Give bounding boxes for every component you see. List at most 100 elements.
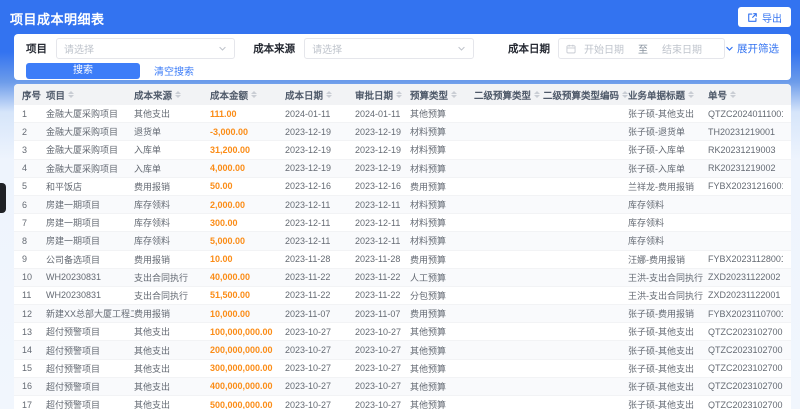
cell-cost-amount: 111.00 bbox=[210, 108, 237, 119]
cell-approval-date: 2023-10-27 bbox=[355, 381, 402, 392]
cell-approval-date: 2023-11-28 bbox=[355, 254, 401, 265]
cost-date-range-picker[interactable]: 开始日期 至 结束日期 bbox=[558, 38, 725, 59]
column-header-10[interactable]: 单号 bbox=[708, 88, 783, 102]
column-header-6[interactable]: 预算类型 bbox=[410, 88, 474, 102]
column-label: 序号 bbox=[22, 90, 42, 102]
column-label: 单号 bbox=[708, 90, 728, 102]
project-filter-label: 项目 bbox=[26, 43, 47, 55]
cell-cost-source: 退货单 bbox=[134, 127, 162, 138]
cell-cost-date: 2023-12-11 bbox=[285, 217, 331, 228]
column-header-8[interactable]: 二级预算类型编码 bbox=[543, 88, 628, 102]
cell-budget-type: 其他预算 bbox=[410, 381, 447, 392]
end-date-input[interactable]: 结束日期 bbox=[662, 41, 702, 56]
table-row: 2 金融大厦采购项目 退货单 -3,000.00 2023-12-19 2023-12-1… bbox=[14, 123, 791, 142]
column-header-2[interactable]: 成本来源 bbox=[134, 88, 210, 102]
cell-approval-date: 2023-11-22 bbox=[355, 272, 401, 283]
sort-icon[interactable] bbox=[451, 91, 458, 98]
cell-project: 房建一期项目 bbox=[46, 200, 101, 211]
sort-icon[interactable] bbox=[534, 91, 541, 98]
column-label: 项目 bbox=[46, 90, 66, 102]
cell-cost-source: 库存领料 bbox=[134, 218, 171, 229]
cell-doc-title: 张子硕-其他支出 bbox=[628, 400, 694, 409]
cell-cost-date: 2023-12-19 bbox=[285, 126, 332, 137]
cell-project: 超付预警项目 bbox=[46, 327, 101, 338]
cell-project: 金融大厦采购项目 bbox=[46, 109, 119, 120]
column-label: 成本金额 bbox=[210, 90, 249, 102]
column-label: 预算类型 bbox=[410, 90, 449, 102]
cell-approval-date: 2023-12-16 bbox=[355, 181, 402, 192]
calendar-icon bbox=[566, 44, 576, 54]
cell-doc-no: FYBX20231128001 bbox=[708, 254, 783, 265]
cell-cost-amount: 10,000.00 bbox=[210, 308, 251, 319]
cell-approval-date: 2023-12-11 bbox=[355, 235, 401, 246]
sort-icon[interactable] bbox=[175, 91, 182, 98]
cell-doc-no: FYBX20231107001 bbox=[708, 308, 783, 319]
cell-cost-source: 费用报销 bbox=[134, 309, 171, 320]
cell-approval-date: 2023-10-27 bbox=[355, 345, 402, 356]
cell-approval-date: 2023-12-19 bbox=[355, 144, 402, 155]
cell-cost-source: 库存领料 bbox=[134, 200, 171, 211]
cell-project: 超付预警项目 bbox=[46, 381, 101, 392]
sort-icon[interactable] bbox=[688, 91, 695, 98]
cell-cost-date: 2023-12-16 bbox=[285, 181, 332, 192]
drawer-handle[interactable] bbox=[0, 183, 6, 213]
column-label: 成本来源 bbox=[134, 90, 173, 102]
cell-doc-title: 张子硕-费用报销 bbox=[628, 309, 694, 320]
cell-project: WH20230831 bbox=[46, 290, 102, 301]
search-button[interactable]: 搜索 bbox=[26, 62, 140, 79]
sort-icon[interactable] bbox=[730, 91, 737, 98]
cell-budget-type: 材料预算 bbox=[410, 163, 447, 174]
export-button[interactable]: 导出 bbox=[738, 7, 791, 27]
chevron-down-icon bbox=[725, 44, 734, 53]
table-row: 15 超付预警项目 其他支出 300,000,000.00 2023-10-27 2023… bbox=[14, 360, 791, 378]
sort-icon[interactable] bbox=[396, 91, 403, 98]
table-row: 13 超付预警项目 其他支出 100,000,000.00 2023-10-27 2023… bbox=[14, 323, 791, 342]
column-header-5[interactable]: 审批日期 bbox=[355, 88, 410, 102]
cell-cost-date: 2023-11-22 bbox=[285, 272, 331, 283]
cell-index: 5 bbox=[22, 181, 28, 192]
column-header-4[interactable]: 成本日期 bbox=[285, 88, 355, 102]
column-header-7[interactable]: 二级预算类型 bbox=[474, 88, 543, 102]
chevron-down-icon bbox=[218, 44, 227, 53]
sort-icon[interactable] bbox=[326, 91, 333, 98]
start-date-input[interactable]: 开始日期 bbox=[584, 41, 624, 56]
cell-cost-date: 2023-12-11 bbox=[285, 199, 331, 210]
cell-cost-amount: 300.00 bbox=[210, 217, 238, 228]
sort-icon[interactable] bbox=[251, 91, 258, 98]
export-icon bbox=[747, 12, 758, 23]
column-header-9[interactable]: 业务单据标题 bbox=[628, 88, 708, 102]
table-row: 4 金融大厦采购项目 入库单 4,000.00 2023-12-19 2023-12-19… bbox=[14, 159, 791, 178]
column-header-0[interactable]: 序号 bbox=[22, 88, 46, 102]
cost-source-select[interactable]: 请选择 bbox=[304, 38, 474, 59]
filter-actions: 搜索 清空搜索 bbox=[26, 62, 779, 79]
cell-cost-date: 2024-01-11 bbox=[285, 108, 331, 119]
cell-cost-date: 2023-10-27 bbox=[285, 326, 332, 337]
cell-project: 公司备选项目 bbox=[46, 254, 101, 265]
clear-search-link[interactable]: 清空搜索 bbox=[154, 63, 194, 78]
cell-doc-title: 张子硕-入库单 bbox=[628, 163, 685, 174]
cell-index: 8 bbox=[22, 235, 28, 246]
cell-doc-title: 库存领料 bbox=[628, 218, 665, 229]
cell-doc-no: QTZC20231027002 bbox=[708, 381, 783, 392]
cell-cost-amount: 51,500.00 bbox=[210, 290, 251, 301]
cell-index: 3 bbox=[22, 144, 28, 155]
cell-doc-title: 王洪-支出合同执行 bbox=[628, 290, 703, 301]
cell-doc-title: 张子硕-其他支出 bbox=[628, 381, 694, 392]
cell-project: 金融大厦采购项目 bbox=[46, 127, 119, 138]
column-header-1[interactable]: 项目 bbox=[46, 88, 134, 102]
project-select[interactable]: 请选择 bbox=[56, 38, 236, 59]
cell-project: WH20230831 bbox=[46, 272, 102, 283]
column-header-3[interactable]: 成本金额 bbox=[210, 88, 285, 102]
cell-cost-source: 其他支出 bbox=[134, 381, 171, 392]
cell-doc-title: 王洪-支出合同执行 bbox=[628, 272, 703, 283]
cell-budget-type: 材料预算 bbox=[410, 127, 447, 138]
cell-cost-source: 库存领料 bbox=[134, 236, 171, 247]
expand-filters-link[interactable]: 展开筛选 bbox=[725, 41, 779, 56]
cell-index: 13 bbox=[22, 326, 33, 337]
cell-cost-source: 费用报销 bbox=[134, 254, 171, 265]
sort-icon[interactable] bbox=[68, 91, 75, 98]
cell-cost-date: 2023-12-19 bbox=[285, 163, 332, 174]
table-row: 16 超付预警项目 其他支出 400,000,000.00 2023-10-27 2023… bbox=[14, 377, 791, 396]
project-select-placeholder: 请选择 bbox=[64, 45, 94, 56]
cell-doc-title: 张子硕-入库单 bbox=[628, 145, 685, 156]
